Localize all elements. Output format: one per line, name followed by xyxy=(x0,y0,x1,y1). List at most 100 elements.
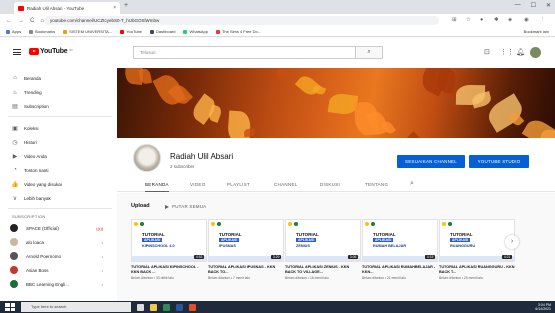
subscription-label: BBC Learning Engli... xyxy=(26,281,70,287)
bookmark-item[interactable]: Bookmarks xyxy=(29,29,55,34)
task-view-icon[interactable] xyxy=(137,303,144,311)
app-icon[interactable] xyxy=(189,303,196,311)
hamburger-menu-icon[interactable] xyxy=(13,49,21,55)
tab-close-icon[interactable]: × xyxy=(113,5,116,11)
video-title[interactable]: TUTORIAL APLIKASI RUANGGURU - KKN BACK T… xyxy=(439,265,515,275)
campus-logo-icon xyxy=(217,222,221,226)
extension-icon[interactable]: ● xyxy=(480,17,483,23)
account-avatar[interactable] xyxy=(530,47,541,58)
new-content-dot-icon: • xyxy=(101,239,103,245)
channel-content: Upload PUTAR SEMUA TUTORIAL APLIKASI KIPIN… xyxy=(117,193,555,301)
video-duration: 4:53 xyxy=(194,255,204,259)
tab-strip: Radiah Ulil Absari - YouTube × + — ☐ ✕ xyxy=(0,0,555,14)
extensions-puzzle-icon[interactable]: ✱ xyxy=(494,17,499,23)
minimize-icon[interactable]: — xyxy=(515,2,521,9)
bookmark-item[interactable]: SISTEM UNIVERSITA... xyxy=(63,29,112,34)
thumbnail-title-line: TUTORIAL xyxy=(450,232,473,237)
subscription-item[interactable]: Arnold Poernomo • xyxy=(0,250,117,262)
video-card[interactable]: TUTORIAL APLIKASI RUANGGURU 4:21 TUTORIAL AP… xyxy=(439,219,515,294)
sidebar-item-label: Video Anda xyxy=(24,153,47,159)
video-card[interactable]: TUTORIAL APLIKASI RUMAH BELAJAR 4:15 TUTORIA… xyxy=(362,219,438,294)
apps-grid-icon[interactable]: ⋮⋮ xyxy=(500,48,514,56)
video-thumbnail[interactable]: TUTORIAL APLIKASI ZENIUS 3:06 xyxy=(285,219,361,262)
customize-channel-button[interactable]: SESUAIKAN CHANNEL xyxy=(397,155,465,168)
tab-channel[interactable]: CHANNEL xyxy=(274,182,298,187)
subscription-item[interactable]: BBC Learning Engli... • xyxy=(0,278,117,290)
bookmark-item[interactable]: Apps xyxy=(6,29,21,34)
uploads-heading[interactable]: Upload xyxy=(131,203,150,209)
sidebar-item-video-anda[interactable]: ▶ Video Anda xyxy=(0,150,117,162)
translate-icon[interactable]: ⊞ xyxy=(452,17,457,23)
sidebar-item-tonton-nanti[interactable]: ◔ Tonton nanti xyxy=(0,164,117,176)
video-title[interactable]: TUTORIAL APLIKASI IPUSNAS - KKN BACK TO.… xyxy=(208,265,284,275)
star-icon[interactable]: ☆ xyxy=(466,17,471,23)
youtube-studio-button[interactable]: YOUTUBE STUDIO xyxy=(469,155,529,168)
video-title[interactable]: TUTORIAL APLIKASI ZENIUS - KKN BACK TO V… xyxy=(285,265,361,275)
video-card[interactable]: TUTORIAL APLIKASI KIPINSCHOOL 4.0 4:53 TUTOR… xyxy=(131,219,207,294)
extension-icon[interactable]: ◈ xyxy=(508,17,512,23)
sidebar-item-koleksi[interactable]: ▣ Koleksi xyxy=(0,122,117,134)
other-bookmarks[interactable]: Bookmark lain xyxy=(524,29,549,34)
reload-icon[interactable]: C xyxy=(30,18,34,24)
sidebar-item-video-yang-disukai[interactable]: 👍 Video yang disukai xyxy=(0,178,117,190)
close-window-icon[interactable]: ✕ xyxy=(546,2,551,9)
sidebar-item-histori[interactable]: ◷ Histori xyxy=(0,136,117,148)
forward-icon[interactable]: → xyxy=(18,18,24,24)
youtube-logo[interactable]: YouTube ID xyxy=(29,48,73,55)
channel-avatar[interactable] xyxy=(133,144,161,172)
thumbnail-title-line: RUMAH BELAJAR xyxy=(373,244,407,248)
address-bar-row: ← → C ⌂ youtube.com/channel/UCZtcyebS0-T… xyxy=(0,14,555,27)
taskbar-search-input[interactable]: Type here to search xyxy=(21,302,131,312)
sidebar-item-beranda[interactable]: ⌂ Beranda xyxy=(0,72,117,84)
create-video-icon[interactable]: ⊡ xyxy=(484,48,490,56)
bookmark-item[interactable]: Dashboard xyxy=(149,29,175,34)
video-title[interactable]: TUTORIAL APLIKASI RUMAHBELAJAR - KKN... xyxy=(362,265,438,275)
tab-playlist[interactable]: PLAYLIST xyxy=(227,182,250,187)
search-button[interactable]: ⌕ xyxy=(355,46,383,59)
new-tab-button[interactable]: + xyxy=(124,2,128,9)
bookmark-item[interactable]: WhatsApp xyxy=(183,29,208,34)
video-thumbnail[interactable]: TUTORIAL APLIKASI RUANGGURU 4:21 xyxy=(439,219,515,262)
search-input[interactable]: Telusuri xyxy=(133,46,383,59)
play-all-label: PUTAR SEMUA xyxy=(172,204,207,209)
notifications-bell-icon[interactable]: 🔔︎ xyxy=(516,48,525,56)
subscription-item[interactable]: alo loaca • xyxy=(0,236,117,248)
bookmark-item[interactable]: The Sims 4 Free Do... xyxy=(215,29,262,34)
system-tray-clock[interactable]: 3:04 PM 6/14/2021 xyxy=(535,303,551,311)
back-icon[interactable]: ← xyxy=(6,18,12,24)
subscriber-count: 2 subscriber xyxy=(170,164,195,169)
menu-icon[interactable]: ⋮ xyxy=(540,17,546,23)
sidebar-item-lebih-banyak[interactable]: ∨ Lebih banyak xyxy=(0,192,117,204)
next-arrow-button[interactable]: › xyxy=(505,235,519,249)
maximize-icon[interactable]: ☐ xyxy=(531,2,536,9)
video-title[interactable]: TUTORIAL APLIKASI KIPINSCHOOL - KKN BACK… xyxy=(131,265,207,275)
video-thumbnail[interactable]: TUTORIAL APLIKASI RUMAH BELAJAR 4:15 xyxy=(362,219,438,262)
browser-tab[interactable]: Radiah Ulil Absari - YouTube × xyxy=(14,2,120,14)
windows-start-icon[interactable] xyxy=(5,303,15,311)
file-explorer-icon[interactable] xyxy=(150,303,157,311)
url-bar[interactable]: youtube.com/channel/UCZtcyebS0-T_hUbGOSl… xyxy=(44,16,439,25)
new-content-dot-icon: • xyxy=(101,281,103,287)
thumbnail-title-line: KIPINSCHOOL 4.0 xyxy=(142,244,175,248)
tab-beranda[interactable]: BERANDA xyxy=(145,182,169,192)
video-thumbnail[interactable]: TUTORIAL APLIKASI iPUSNAS 3:29 xyxy=(208,219,284,262)
video-card[interactable]: TUTORIAL APLIKASI ZENIUS 3:06 TUTORIAL APLIK… xyxy=(285,219,361,294)
profile-icon[interactable]: ◉ xyxy=(524,17,529,23)
sidebar-item-subscription[interactable]: ▤ Subscription xyxy=(0,100,117,112)
subscription-item[interactable]: Asian Boss • xyxy=(0,264,117,276)
word-icon[interactable] xyxy=(176,303,183,311)
bookmark-item[interactable]: YouTube xyxy=(120,29,142,34)
video-thumbnail[interactable]: TUTORIAL APLIKASI KIPINSCHOOL 4.0 4:53 xyxy=(131,219,207,262)
sidebar-item-trending[interactable]: ♨ Trending xyxy=(0,86,117,98)
subscription-item[interactable]: SPACE (Official) ((•)) xyxy=(0,222,117,234)
subscriptions-icon: ▤ xyxy=(12,103,18,110)
tab-tentang[interactable]: TENTANG xyxy=(365,182,388,187)
channel-search-icon[interactable]: ⌕ xyxy=(410,180,414,188)
tab-diskusi[interactable]: DISKUSI xyxy=(320,182,340,187)
video-duration: 4:21 xyxy=(502,255,512,259)
tab-video[interactable]: VIDEO xyxy=(190,182,206,187)
bookmark-label: The Sims 4 Free Do... xyxy=(221,29,262,34)
video-card[interactable]: TUTORIAL APLIKASI iPUSNAS 3:29 TUTORIAL APLI… xyxy=(208,219,284,294)
play-all-button[interactable]: PUTAR SEMUA xyxy=(165,204,206,209)
chrome-icon[interactable] xyxy=(163,303,170,311)
